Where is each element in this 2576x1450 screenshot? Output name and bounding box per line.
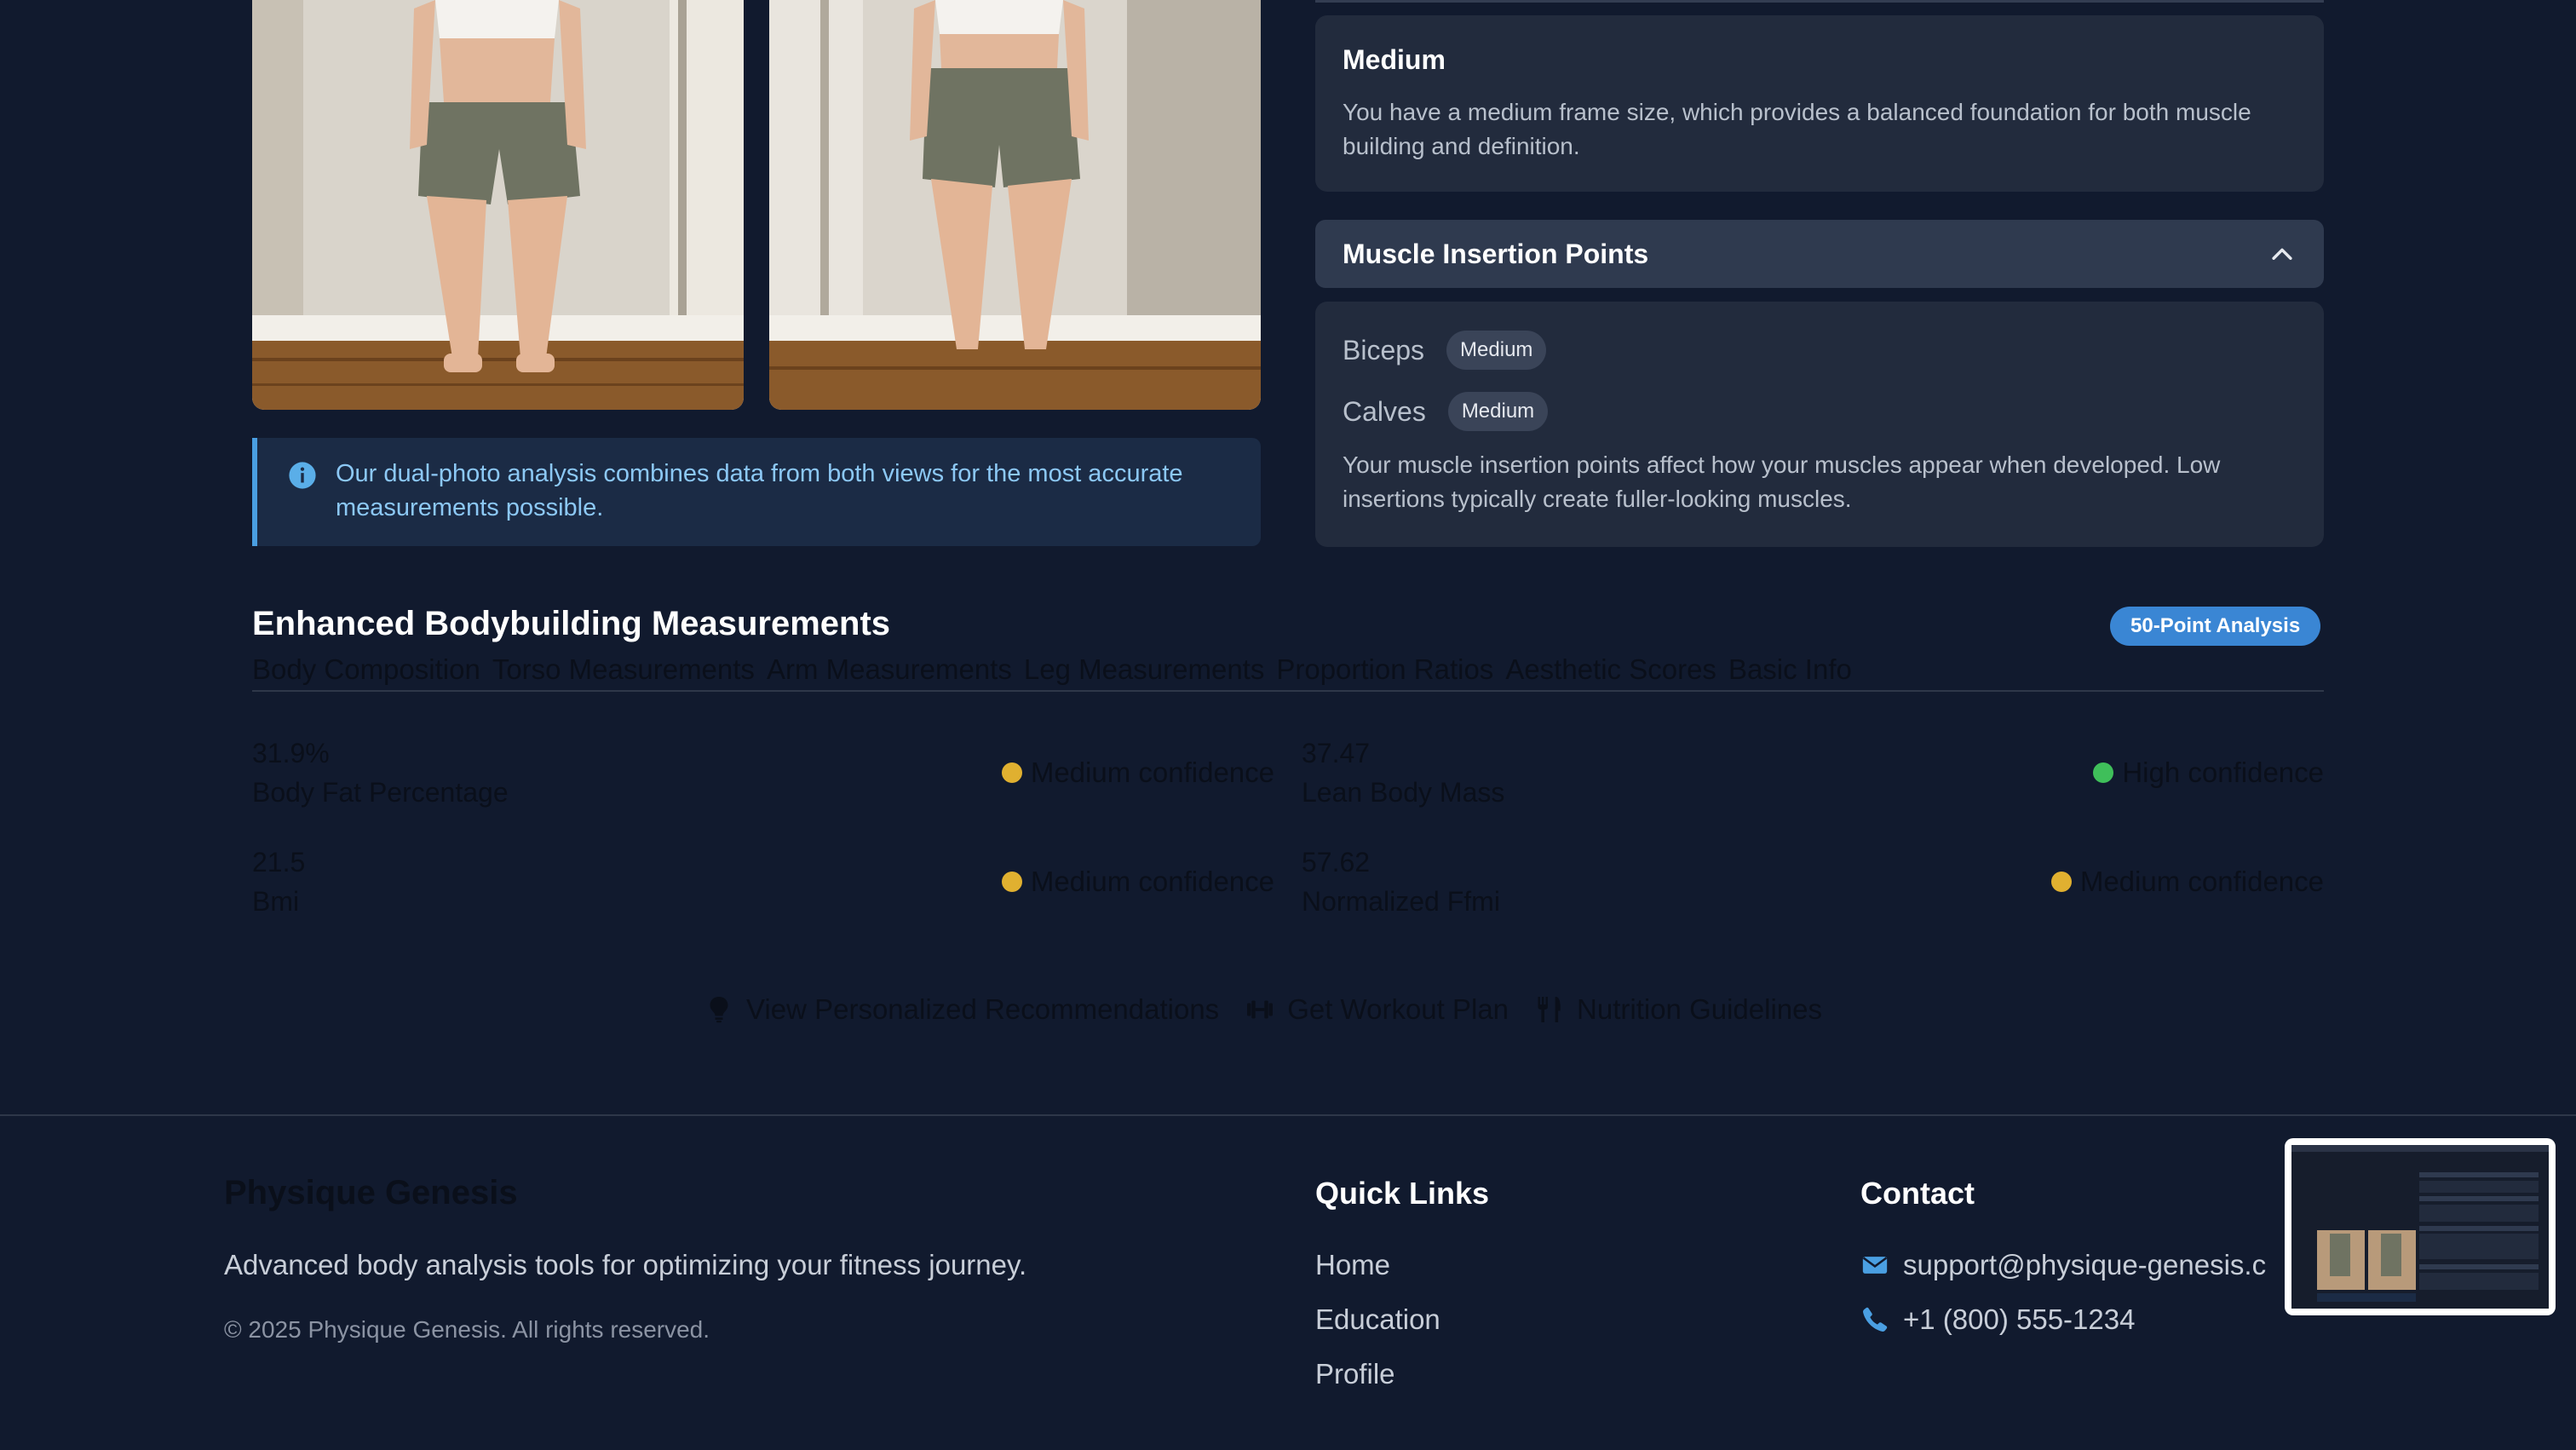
metric-card: 57.62 Normalized Ffmi Medium confidence <box>1302 847 2324 941</box>
phone-icon <box>1863 1307 1888 1332</box>
footer-link-education[interactable]: Education <box>1315 1303 1440 1336</box>
thumbnail-preview <box>2291 1145 2549 1309</box>
metric-card: 21.5 Bmi Medium confidence <box>252 847 1274 941</box>
frame-size-description: You have a medium frame size, which prov… <box>1343 99 2251 159</box>
confidence-indicator: Medium confidence <box>2050 866 2324 898</box>
info-text: Our dual-photo analysis combines data fr… <box>336 460 1183 521</box>
metric-name: Normalized Ffmi <box>1302 886 1500 917</box>
divider <box>1315 0 2324 3</box>
frame-size-title: Medium <box>1343 44 1446 75</box>
utensils-icon <box>1538 997 1561 1022</box>
footer-copyright: © 2025 Physique Genesis. All rights rese… <box>224 1316 710 1343</box>
confidence-dot <box>2050 872 2072 892</box>
tab-proportion-ratios[interactable]: Proportion Ratios <box>1276 653 1493 686</box>
muscle-insertion-header[interactable]: Muscle Insertion Points <box>1315 220 2324 288</box>
insertion-badge: Medium <box>1446 331 1547 370</box>
footer-divider <box>0 1114 2576 1116</box>
metric-name: Lean Body Mass <box>1302 777 1505 808</box>
confidence-indicator: Medium confidence <box>1001 866 1274 898</box>
tab-aesthetic-scores[interactable]: Aesthetic Scores <box>1505 653 1716 686</box>
phone-text: +1 (800) 555-1234 <box>1903 1303 2136 1335</box>
muscle-insertion-panel: Biceps Medium Calves Medium Your muscle … <box>1315 302 2324 547</box>
footer-link-profile[interactable]: Profile <box>1315 1358 1395 1390</box>
tab-leg-measurements[interactable]: Leg Measurements <box>1024 653 1264 686</box>
chevron-up-icon[interactable] <box>2268 240 2297 269</box>
confidence-dot <box>1001 762 1022 783</box>
insertion-row-calves: Calves Medium <box>1343 390 1549 433</box>
insertion-label: Calves <box>1343 395 1426 427</box>
tab-torso-measurements[interactable]: Torso Measurements <box>492 653 755 686</box>
contact-phone[interactable]: +1 (800) 555-1234 <box>1860 1303 2135 1336</box>
analysis-info-box: Our dual-photo analysis combines data fr… <box>252 438 1261 546</box>
contact-title: Contact <box>1860 1176 1975 1211</box>
metric-card: 37.47 Lean Body Mass High confidence <box>1302 738 2324 831</box>
frame-size-card: Medium You have a medium frame size, whi… <box>1315 15 2324 192</box>
back-photo <box>769 0 1261 410</box>
dumbbell-icon <box>1247 1000 1274 1019</box>
lightbulb-icon <box>710 997 728 1023</box>
muscle-insertion-title: Muscle Insertion Points <box>1343 239 1649 269</box>
confidence-label: Medium confidence <box>2079 866 2324 897</box>
tab-body-composition[interactable]: Body Composition <box>252 653 480 686</box>
confidence-label: Medium confidence <box>1030 757 1274 788</box>
confidence-label: Medium confidence <box>1030 866 1274 897</box>
metric-name: Bmi <box>252 886 300 917</box>
insertion-label: Biceps <box>1343 334 1425 365</box>
confidence-dot <box>2093 762 2114 783</box>
metric-name: Body Fat Percentage <box>252 777 509 808</box>
action-label: Nutrition Guidelines <box>1577 993 1823 1025</box>
metric-value: 31.9% <box>252 738 330 768</box>
footer-tagline: Advanced body analysis tools for optimiz… <box>224 1249 1027 1280</box>
thumbnail-image <box>2291 1145 2549 1302</box>
measurement-tabs: Body Composition Torso Measurements Arm … <box>252 653 1852 686</box>
footer-link-home[interactable]: Home <box>1315 1249 1390 1281</box>
nutrition-guidelines-link[interactable]: Nutrition Guidelines <box>1534 993 1822 1026</box>
confidence-label: High confidence <box>2122 757 2324 788</box>
measurements-title: Enhanced Bodybuilding Measurements <box>252 605 891 642</box>
action-label: Get Workout Plan <box>1287 993 1509 1025</box>
info-icon <box>289 462 316 489</box>
recommendations-link[interactable]: View Personalized Recommendations <box>704 993 1219 1026</box>
confidence-indicator: High confidence <box>2093 757 2324 789</box>
email-text: support@physique-genesis.c <box>1903 1249 2267 1280</box>
screenshot-thumbnail[interactable] <box>2285 1138 2556 1315</box>
quick-links-title: Quick Links <box>1315 1176 1490 1211</box>
insertion-badge: Medium <box>1447 392 1549 431</box>
insertion-row-biceps: Biceps Medium <box>1343 329 1547 371</box>
confidence-indicator: Medium confidence <box>1001 757 1274 789</box>
tab-arm-measurements[interactable]: Arm Measurements <box>767 653 1012 686</box>
metric-value: 37.47 <box>1302 738 1371 768</box>
metric-value: 21.5 <box>252 847 306 877</box>
confidence-dot <box>1001 872 1022 892</box>
action-links: View Personalized Recommendations Get Wo… <box>704 993 1848 1026</box>
metric-card: 31.9% Body Fat Percentage Medium confide… <box>252 738 1274 831</box>
tab-divider <box>252 690 2324 692</box>
envelope-icon <box>1862 1257 1888 1274</box>
front-photo <box>252 0 744 410</box>
footer-brand: Physique Genesis <box>224 1174 518 1211</box>
contact-email[interactable]: support@physique-genesis.c <box>1860 1249 2266 1281</box>
tab-basic-info[interactable]: Basic Info <box>1728 653 1852 686</box>
workout-plan-link[interactable]: Get Workout Plan <box>1245 993 1509 1026</box>
action-label: View Personalized Recommendations <box>746 993 1220 1025</box>
analysis-badge: 50-Point Analysis <box>2110 607 2321 646</box>
metric-value: 57.62 <box>1302 847 1371 877</box>
insertion-description: Your muscle insertion points affect how … <box>1343 452 2221 512</box>
